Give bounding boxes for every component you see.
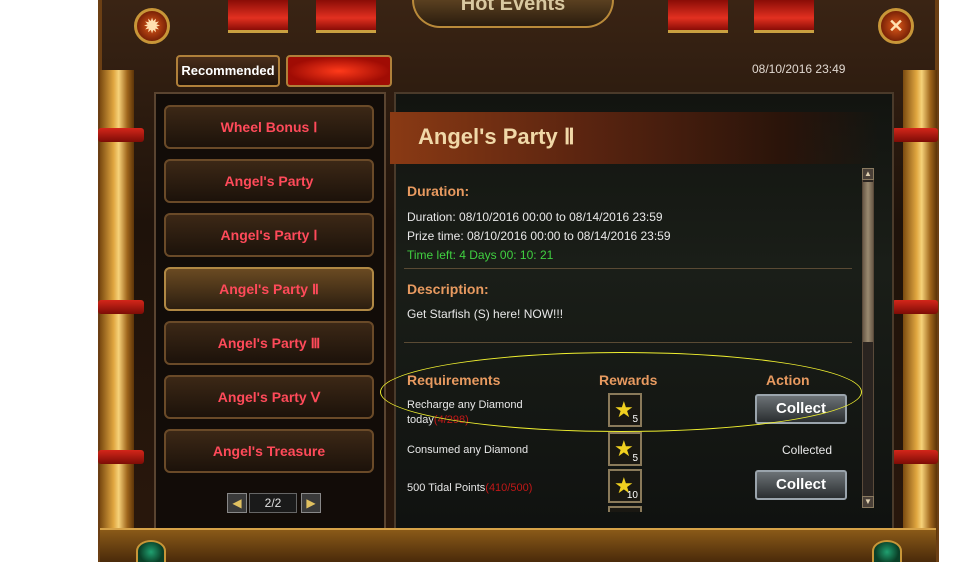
scroll-down-icon[interactable]: ▼ — [862, 496, 874, 508]
page-indicator: 2/2 — [249, 493, 297, 513]
sidebar-item-wheel-bonus[interactable]: Wheel Bonus Ⅰ — [164, 105, 374, 149]
close-icon[interactable]: ✕ — [878, 8, 914, 44]
ribbon-decoration — [98, 128, 144, 142]
tab-recommended[interactable]: Recommended — [176, 55, 280, 87]
requirement-text: 500 Tidal Points(410/500) — [407, 481, 532, 496]
time-left-text: Time left: 4 Days 00: 10: 21 — [407, 248, 554, 262]
sidebar-item-angels-party-1[interactable]: Angel's Party Ⅰ — [164, 213, 374, 257]
collect-button[interactable]: Collect — [755, 470, 847, 500]
ribbon-decoration — [892, 128, 938, 142]
scrollbar-thumb[interactable] — [863, 182, 873, 342]
divider — [404, 268, 852, 269]
next-page-icon[interactable]: ▶ — [301, 493, 321, 513]
requirement-line: 500 Tidal Points — [407, 482, 486, 494]
sidebar-item-angels-party-5[interactable]: Angel's Party Ⅴ — [164, 375, 374, 419]
reward-count: 10 — [626, 490, 638, 501]
description-text: Get Starfish (S) here! NOW!!! — [407, 307, 564, 321]
window-title: Hot Events — [412, 0, 614, 28]
ribbon-decoration — [892, 300, 938, 314]
gear-icon[interactable]: ✹ — [134, 8, 170, 44]
prize-time-text: Prize time: 08/10/2016 00:00 to 08/14/20… — [407, 229, 671, 243]
collected-status: Collected — [782, 443, 833, 457]
top-banner-decoration — [668, 0, 728, 33]
sidebar-item-angels-treasure[interactable]: Angel's Treasure — [164, 429, 374, 473]
sidebar-item-angels-party-3[interactable]: Angel's Party Ⅲ — [164, 321, 374, 365]
reward-count: 5 — [632, 453, 638, 464]
duration-text: Duration: 08/10/2016 00:00 to 08/14/2016… — [407, 210, 663, 224]
star-icon: ★ — [614, 436, 634, 461]
gem-decoration — [872, 540, 902, 562]
ribbon-decoration — [98, 450, 144, 464]
requirement-line: Consumed any Diamond — [407, 444, 529, 456]
ribbon-decoration — [98, 300, 144, 314]
prev-page-icon[interactable]: ◀ — [227, 493, 247, 513]
gem-decoration — [136, 540, 166, 562]
highlight-annotation — [380, 352, 862, 432]
duration-heading: Duration: — [407, 183, 470, 199]
bottom-frame-decoration — [100, 528, 936, 562]
reward-slot — [608, 506, 642, 512]
tab-hot-events[interactable] — [286, 55, 392, 87]
sidebar-item-angels-party-2[interactable]: Angel's Party Ⅱ — [164, 267, 374, 311]
divider — [404, 342, 852, 343]
requirement-progress: (410/500) — [485, 482, 533, 494]
event-title: Angel's Party Ⅱ — [418, 124, 575, 149]
reward-slot[interactable]: ★ 10 — [608, 469, 642, 503]
requirement-text: Consumed any Diamond — [407, 443, 528, 458]
description-heading: Description: — [407, 281, 489, 297]
top-banner-decoration — [228, 0, 288, 33]
ribbon-decoration — [892, 450, 938, 464]
sidebar-item-angels-party[interactable]: Angel's Party — [164, 159, 374, 203]
server-time: 08/10/2016 23:49 — [752, 62, 846, 76]
scroll-up-icon[interactable]: ▲ — [862, 168, 874, 180]
reward-slot[interactable]: ★ 5 — [608, 432, 642, 466]
top-banner-decoration — [316, 0, 376, 33]
top-banner-decoration — [754, 0, 814, 33]
